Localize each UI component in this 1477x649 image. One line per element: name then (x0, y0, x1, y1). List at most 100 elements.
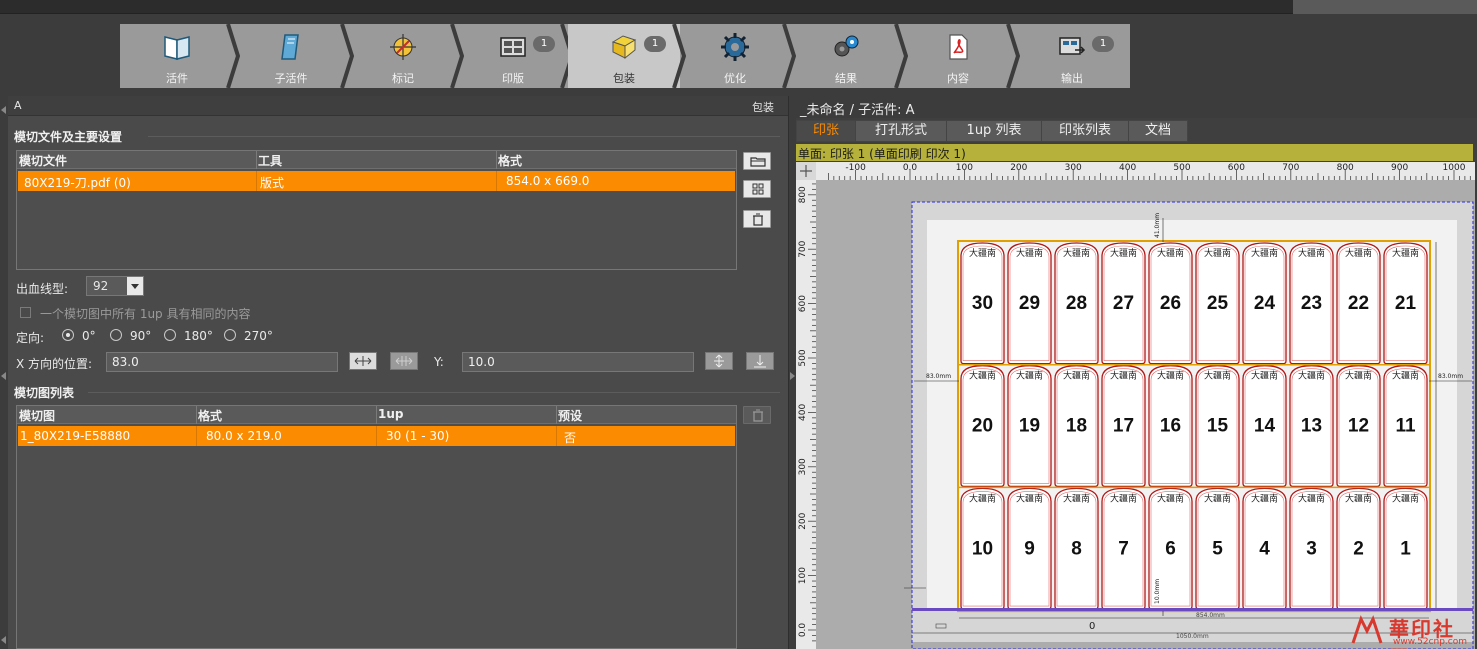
same-content-checkbox[interactable] (20, 307, 31, 318)
cell-header-text: 大疆南 (969, 247, 996, 259)
oneup-cell: 大疆南 19 (1007, 365, 1052, 488)
panel-splitter[interactable] (788, 96, 796, 649)
collapse-arrow-icon[interactable] (1, 372, 6, 380)
oneup-cell: 大疆南 17 (1101, 365, 1146, 488)
ruler-label: 100 (798, 567, 808, 584)
arrange-button[interactable] (743, 180, 771, 198)
preview-tab[interactable]: 印张列表 (1041, 120, 1129, 142)
workflow-step[interactable]: 优化 (680, 24, 790, 88)
table-row[interactable]: 1_80X219-E58880 80.0 x 219.0 30 (1 - 30)… (18, 426, 735, 446)
column-header[interactable]: 预设 (558, 407, 582, 424)
workflow-step[interactable]: 包装 1 (568, 24, 680, 88)
x-position-input[interactable]: 83.0 (106, 352, 338, 372)
ruler-label: 600 (798, 295, 808, 312)
preview-tab[interactable]: 打孔形式 (855, 120, 947, 142)
expand-arrow-icon[interactable] (790, 372, 795, 380)
oneup-number: 24 (1254, 293, 1276, 314)
chevron-down-icon[interactable] (127, 277, 143, 295)
align-bottom-icon (754, 355, 766, 368)
ruler-label: 600 (1228, 163, 1245, 173)
workflow-step[interactable]: 子活件 (234, 24, 348, 88)
cell-header-text: 大疆南 (1110, 247, 1137, 259)
result-gears-icon (834, 35, 859, 57)
oneup-number: 7 (1118, 538, 1129, 559)
column-header[interactable]: 模切文件 (19, 152, 67, 169)
oneup-cell: 大疆南 21 (1383, 242, 1428, 365)
oneup-cell: 大疆南 30 (960, 242, 1005, 365)
workflow-step-label: 子活件 (274, 72, 308, 85)
y-position-input[interactable]: 10.0 (462, 352, 694, 372)
oneup-cell: 大疆南 29 (1007, 242, 1052, 365)
workflow-step[interactable]: 输出 1 (1014, 24, 1130, 88)
oneup-cell: 大疆南 23 (1289, 242, 1334, 365)
oneup-number: 14 (1254, 416, 1276, 437)
column-header[interactable]: 工具 (258, 152, 282, 169)
sheet-canvas: -100 0.0 100 200 300 400 500 600 700 800 900 1000 8… (796, 162, 1477, 649)
oneup-cell: 大疆南 26 (1148, 242, 1193, 365)
column-header[interactable]: 格式 (498, 152, 522, 169)
column-divider[interactable] (556, 406, 557, 424)
oneup-cell: 大疆南 9 (1007, 487, 1052, 610)
left-collapse-grip[interactable] (0, 96, 8, 649)
column-header[interactable]: 格式 (198, 407, 222, 424)
delete-dieplan-button[interactable] (743, 406, 771, 424)
preview-tab[interactable]: 文档 (1128, 120, 1188, 142)
column-divider[interactable] (376, 406, 377, 424)
align-bottom-button[interactable] (746, 352, 774, 370)
cell-header-text: 大疆南 (1063, 370, 1090, 382)
column-divider[interactable] (496, 151, 497, 169)
ruler-label: 700 (1282, 163, 1299, 173)
oneup-number: 25 (1207, 293, 1229, 314)
dieplan-table: 模切图 格式 1up 预设 1_80X219-E58880 80.0 x 219… (16, 405, 737, 649)
gear-icon (721, 33, 749, 61)
oneup-cell: 大疆南 2 (1336, 487, 1381, 610)
trash-icon (753, 409, 763, 422)
orientation-0-radio[interactable] (62, 329, 74, 341)
ruler-label: 500 (1173, 163, 1190, 173)
horizontal-ruler[interactable]: -100 0.0 100 200 300 400 500 600 700 800 900 1000 (816, 162, 1475, 180)
orientation-180-radio[interactable] (164, 329, 176, 341)
center-horizontal-alt-button[interactable] (390, 352, 418, 370)
workflow-step[interactable]: 结果 (790, 24, 902, 88)
collapse-arrow-icon[interactable] (1, 636, 6, 644)
cell-header-text: 大疆南 (1251, 370, 1278, 382)
workflow-step[interactable]: 内容 (902, 24, 1014, 88)
oneup-cell: 大疆南 16 (1148, 365, 1193, 488)
oneup-cell: 大疆南 14 (1242, 365, 1287, 488)
ruler-corner-button[interactable] (796, 162, 816, 180)
preview-tab[interactable]: 1up 列表 (946, 120, 1042, 142)
workflow-step[interactable]: 活件 (120, 24, 234, 88)
cell-divider (256, 171, 257, 191)
preview-tab[interactable]: 印张 (796, 120, 856, 142)
sheet-origin-label: 0 (1089, 621, 1095, 632)
table-row[interactable]: 80X219-刀.pdf (0) 版式 854.0 x 669.0 (18, 171, 735, 191)
open-die-file-button[interactable] (743, 152, 771, 170)
oneup-cell: 大疆南 20 (960, 365, 1005, 488)
ruler-label: 200 (798, 512, 808, 529)
center-vertical-button[interactable] (705, 352, 733, 370)
column-header[interactable]: 1up (378, 407, 403, 421)
orientation-90-radio[interactable] (110, 329, 122, 341)
vertical-ruler-scale: 800 700 600 500 400 300 200 100 0.0 (798, 183, 816, 642)
delete-die-file-button[interactable] (743, 210, 771, 228)
column-header[interactable]: 模切图 (19, 407, 55, 424)
cell-header-text: 大疆南 (1063, 247, 1090, 259)
cell-header-text: 大疆南 (1251, 492, 1278, 504)
horizontal-center-icon (395, 356, 413, 366)
imposition-workarea[interactable]: 大疆南 30 大疆南 29 大疆南 28 大疆南 27 大疆南 26 大疆南 25 大疆南 24 大疆南 23… (816, 180, 1475, 649)
column-divider[interactable] (256, 151, 257, 169)
oneup-number: 15 (1207, 416, 1229, 437)
oneup-number: 16 (1160, 416, 1181, 437)
column-divider[interactable] (196, 406, 197, 424)
cell-header-text: 大疆南 (1204, 492, 1231, 504)
workflow-step[interactable]: 印版 1 (458, 24, 568, 88)
collapse-arrow-icon[interactable] (1, 106, 6, 114)
subjob-name: A (14, 99, 22, 112)
orientation-270-radio[interactable] (224, 329, 236, 341)
workflow-step[interactable]: 标记 (348, 24, 458, 88)
cell-header-text: 大疆南 (1063, 492, 1090, 504)
center-horizontal-button[interactable] (349, 352, 377, 370)
bleed-select[interactable]: 92 (86, 276, 144, 296)
cell-header-text: 大疆南 (1157, 370, 1184, 382)
vertical-ruler[interactable]: 800 700 600 500 400 300 200 100 0.0 (796, 180, 816, 649)
